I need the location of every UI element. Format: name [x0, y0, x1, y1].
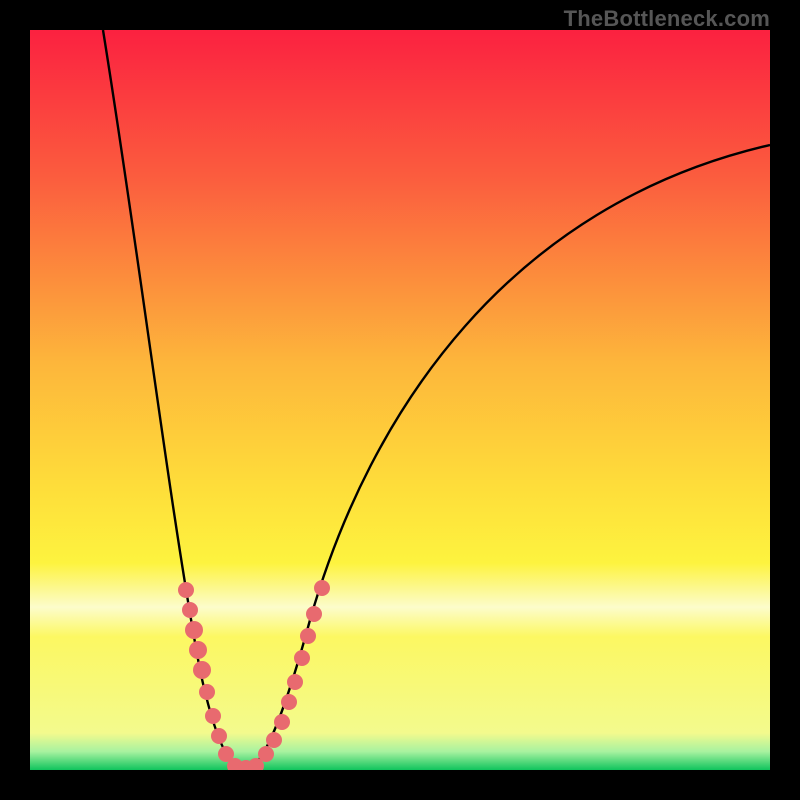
data-marker	[193, 661, 211, 679]
data-marker	[266, 732, 282, 748]
data-marker	[300, 628, 316, 644]
watermark-text: TheBottleneck.com	[564, 6, 770, 32]
data-marker	[189, 641, 207, 659]
data-marker	[178, 582, 194, 598]
data-marker	[211, 728, 227, 744]
data-marker	[287, 674, 303, 690]
data-marker	[306, 606, 322, 622]
marker-group	[178, 580, 330, 770]
data-marker	[205, 708, 221, 724]
data-marker	[258, 746, 274, 762]
data-marker	[314, 580, 330, 596]
curve-layer	[30, 30, 770, 770]
data-marker	[199, 684, 215, 700]
data-marker	[274, 714, 290, 730]
plot-area	[30, 30, 770, 770]
bottleneck-curve	[103, 30, 770, 770]
data-marker	[294, 650, 310, 666]
chart-frame: TheBottleneck.com	[0, 0, 800, 800]
data-marker	[182, 602, 198, 618]
data-marker	[281, 694, 297, 710]
data-marker	[185, 621, 203, 639]
